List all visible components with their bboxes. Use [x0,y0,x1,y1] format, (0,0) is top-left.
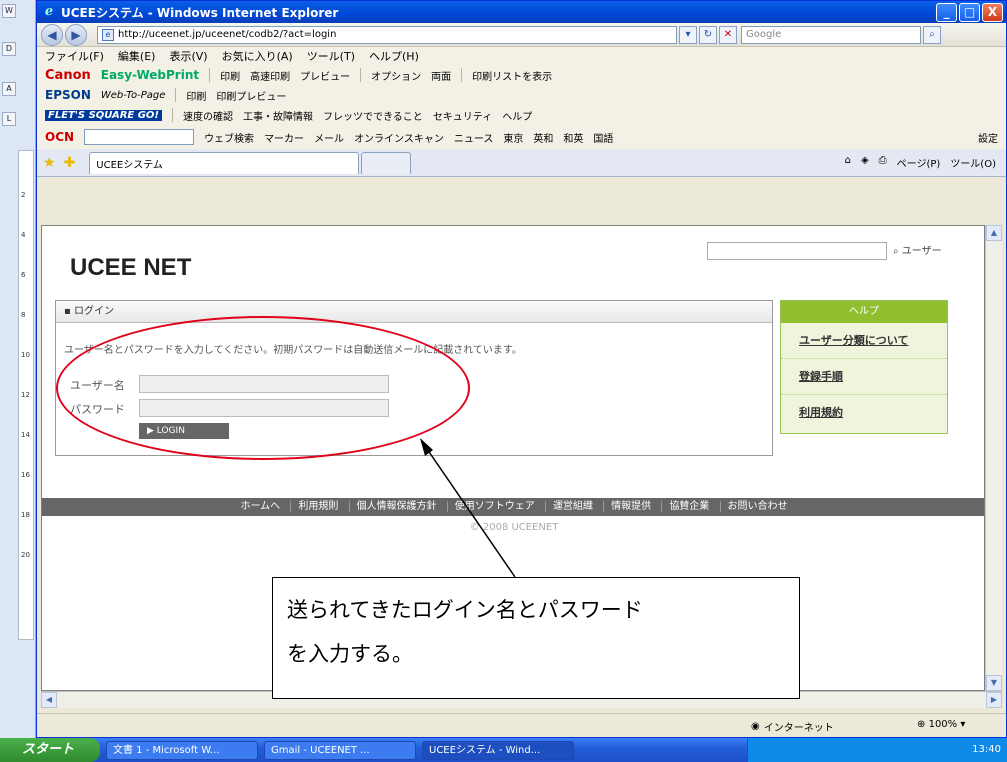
arrow-head [420,438,433,456]
taskbar: スタート 文書 1 - Microsoft W... Gmail - UCEEN… [0,738,1007,762]
task-ucee[interactable]: UCEEシステム - Wind... [422,740,574,760]
clock[interactable]: 13:40 [972,744,1001,755]
callout-line-2: を入力する。 [287,642,413,666]
system-tray: 13:40 [747,738,1007,762]
arrow-line [424,445,516,578]
task-word[interactable]: 文書 1 - Microsoft W... [106,740,258,760]
callout-line-1: 送られてきたログイン名とパスワード [287,598,643,622]
annotation-callout: 送られてきたログイン名とパスワード を入力する。 [272,577,800,699]
task-gmail[interactable]: Gmail - UCEENET ... [264,740,416,760]
start-button[interactable]: スタート [0,738,100,762]
